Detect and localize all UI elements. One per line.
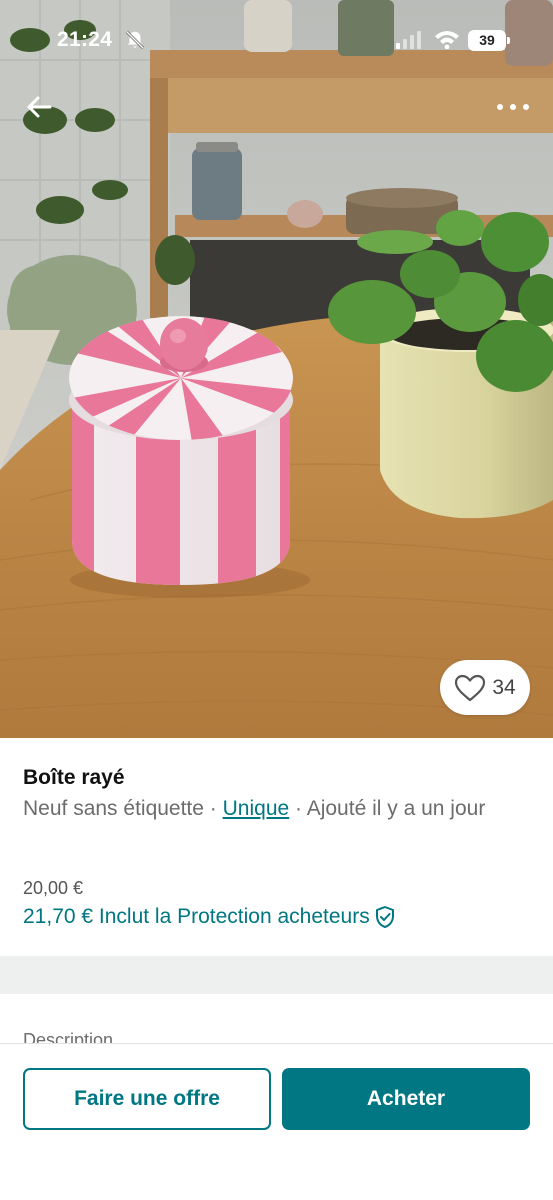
heart-icon [455, 674, 486, 701]
item-added-date: Ajouté il y a un jour [306, 797, 486, 820]
bottom-action-bar: Faire une offre Acheter [0, 1043, 553, 1200]
meta-separator: · [289, 797, 307, 820]
price-total-label: 21,70 € Inclut la Protection acheteurs [23, 905, 370, 928]
item-title: Boîte rayé [23, 766, 125, 789]
description-section: Description [0, 994, 553, 1044]
price-with-protection[interactable]: 21,70 € Inclut la Protection acheteurs [23, 905, 396, 929]
meta-separator: · [203, 797, 223, 820]
make-offer-button[interactable]: Faire une offre [23, 1068, 271, 1130]
size-link[interactable]: Unique [223, 797, 290, 820]
wifi-icon [435, 31, 459, 49]
shield-check-icon [375, 906, 394, 928]
bell-off-icon [125, 30, 145, 50]
favorites-count: 34 [492, 675, 516, 699]
cellular-signal-icon [396, 31, 421, 49]
arrow-left-icon[interactable] [22, 90, 56, 124]
more-horizontal-icon[interactable] [494, 94, 534, 120]
favorite-button[interactable]: 34 [440, 660, 530, 715]
status-bar: 21:24 39 [0, 0, 553, 84]
item-condition: Neuf sans étiquette [23, 797, 204, 820]
section-divider [0, 956, 553, 994]
item-photo[interactable]: 21:24 39 34 [0, 0, 553, 738]
status-time: 21:24 [57, 28, 113, 51]
battery-indicator: 39 [468, 30, 510, 51]
item-meta: Neuf sans étiquette · Unique · Ajouté il… [23, 793, 523, 824]
item-info: Boîte rayé Neuf sans étiquette · Unique … [0, 738, 553, 956]
item-price: 20,00 € [23, 878, 84, 898]
battery-level: 39 [479, 32, 495, 48]
photo-top-nav [0, 84, 553, 128]
description-label: Description [23, 1030, 114, 1044]
buy-button[interactable]: Acheter [282, 1068, 530, 1130]
